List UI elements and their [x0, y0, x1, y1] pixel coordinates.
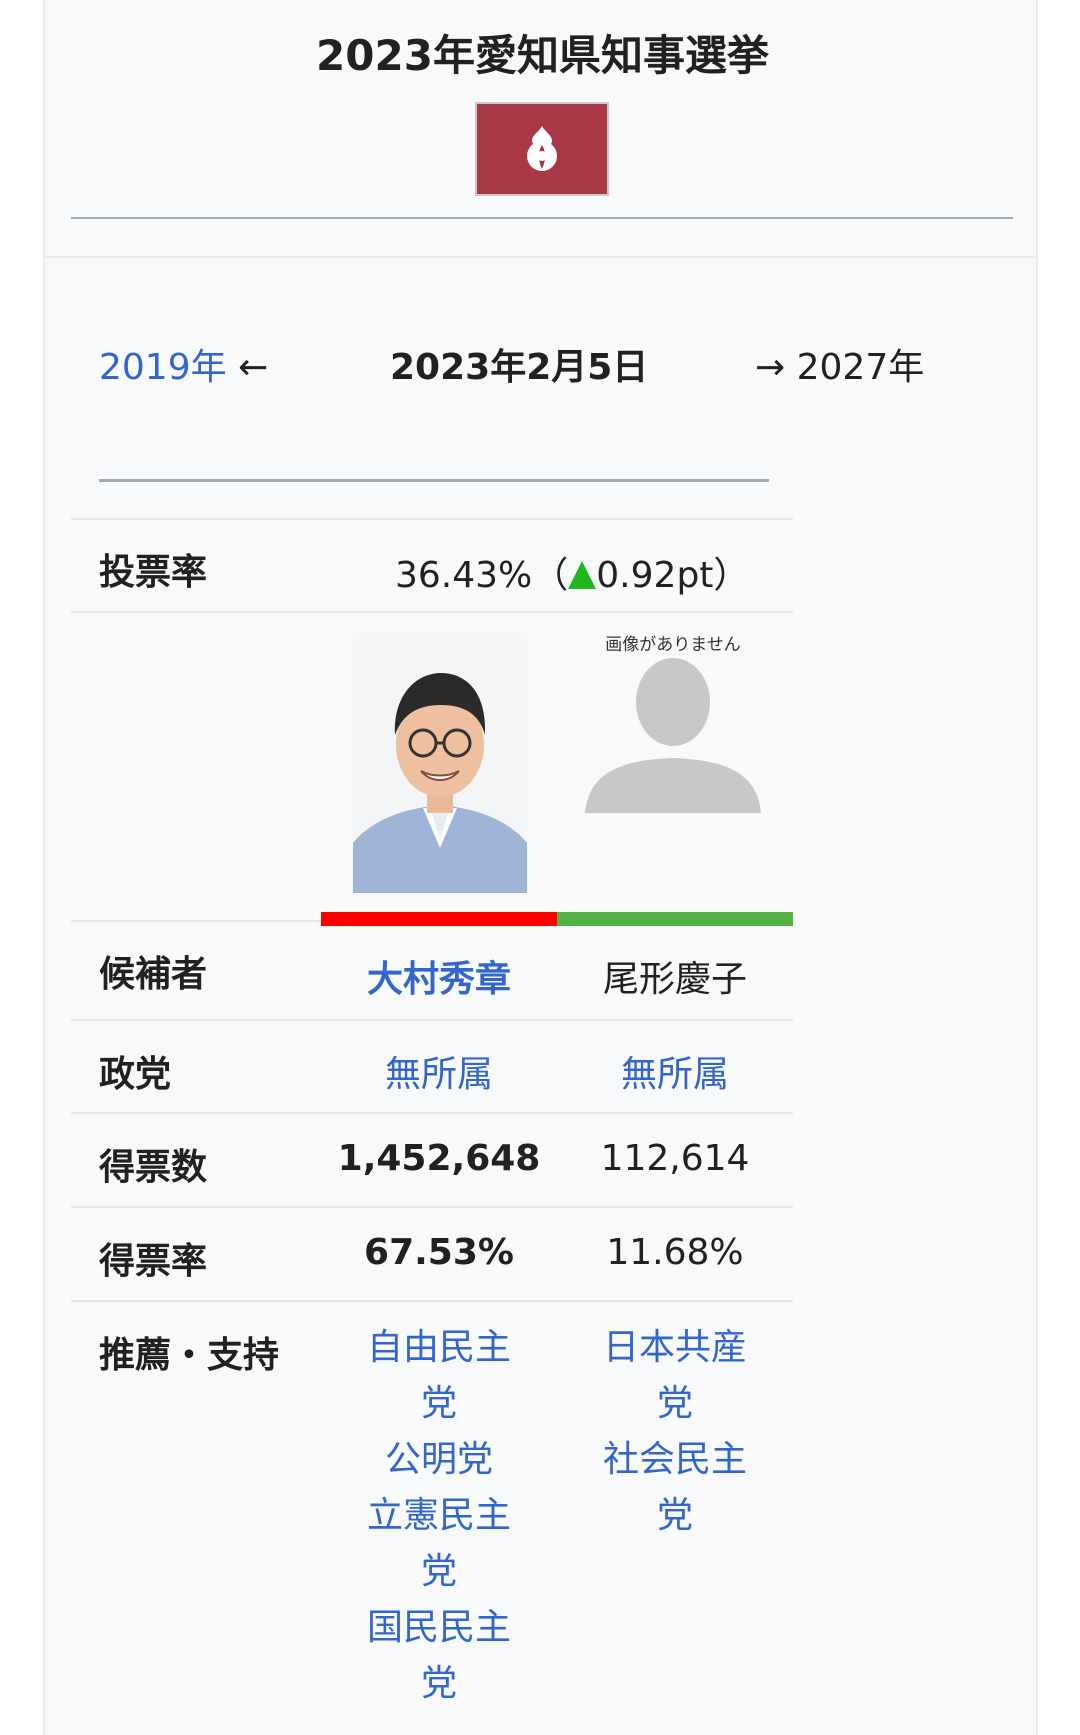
prev-election-link[interactable]: 2019年 — [99, 347, 227, 388]
election-date: 2023年2月5日 — [390, 347, 649, 388]
prev-election-nav[interactable]: 2019年 ← — [99, 338, 268, 390]
election-infobox: 2023年愛知県知事選挙 2019年 ← 2023年2月5日 → 2027年 投… — [43, 0, 1038, 1735]
turnout-value: 36.43%（ 0.92pt） — [395, 546, 749, 598]
endorsement-link[interactable]: 国民民主党 — [354, 1600, 524, 1712]
endorsement-link[interactable]: 日本共産党 — [590, 1320, 760, 1432]
candidate-2-party[interactable]: 無所属 — [557, 1045, 793, 1097]
row-divider — [71, 611, 793, 613]
candidate-2-color-bar — [557, 912, 793, 926]
section-divider — [45, 256, 1036, 258]
next-election-nav: → 2027年 — [755, 338, 924, 390]
row-divider — [71, 1300, 793, 1302]
vote-share-label: 得票率 — [99, 1241, 208, 1282]
turnout-percent: 36.43%（ — [395, 555, 569, 596]
aichi-emblem-icon — [527, 126, 557, 171]
party-label: 政党 — [99, 1054, 172, 1095]
title-divider — [71, 217, 1013, 219]
turnout-change: 0.92pt） — [596, 555, 750, 596]
candidate-1-party[interactable]: 無所属 — [321, 1045, 557, 1097]
nav-divider — [99, 479, 769, 482]
candidate-2-endorsements: 日本共産党 社会民主党 — [590, 1320, 760, 1544]
candidate-2-vote-share: 11.68% — [606, 1232, 744, 1273]
candidate-1-votes: 1,452,648 — [337, 1138, 541, 1179]
endorsement-link[interactable]: 社会民主党 — [590, 1432, 760, 1544]
candidate-1-name[interactable]: 大村秀章 — [321, 950, 557, 1002]
row-divider — [71, 1112, 793, 1114]
candidate-1-endorsements: 自由民主党 公明党 立憲民主党 国民民主党 — [354, 1320, 524, 1712]
no-image-text: 画像がありません — [605, 635, 741, 655]
candidate-2-votes: 112,614 — [600, 1138, 750, 1179]
endorsement-label: 推薦・支持 — [99, 1335, 280, 1376]
right-arrow-icon: → — [755, 347, 786, 388]
person-silhouette-icon — [585, 658, 761, 813]
endorsement-link[interactable]: 公明党 — [354, 1432, 524, 1488]
row-divider — [71, 1019, 793, 1021]
candidate-portrait-icon — [353, 633, 527, 893]
infobox-title: 2023年愛知県知事選挙 — [316, 31, 769, 80]
votes-label: 得票数 — [99, 1147, 208, 1188]
row-divider — [71, 1206, 793, 1208]
aichi-flag[interactable] — [475, 102, 609, 196]
candidate-2-name: 尾形慶子 — [602, 959, 747, 1000]
left-arrow-icon: ← — [238, 347, 269, 388]
turnout-label: 投票率 — [99, 552, 208, 593]
candidate-label: 候補者 — [99, 954, 208, 995]
up-triangle-icon — [568, 561, 597, 589]
row-divider — [71, 518, 793, 520]
next-election-label: 2027年 — [796, 347, 925, 388]
endorsement-link[interactable]: 立憲民主党 — [354, 1488, 524, 1600]
candidate-1-color-bar — [321, 912, 557, 926]
endorsement-link[interactable]: 自由民主党 — [354, 1320, 524, 1432]
candidate-1-vote-share: 67.53% — [364, 1232, 514, 1273]
candidate-2-placeholder: 画像がありません — [585, 630, 761, 820]
candidate-1-photo[interactable] — [353, 633, 527, 893]
